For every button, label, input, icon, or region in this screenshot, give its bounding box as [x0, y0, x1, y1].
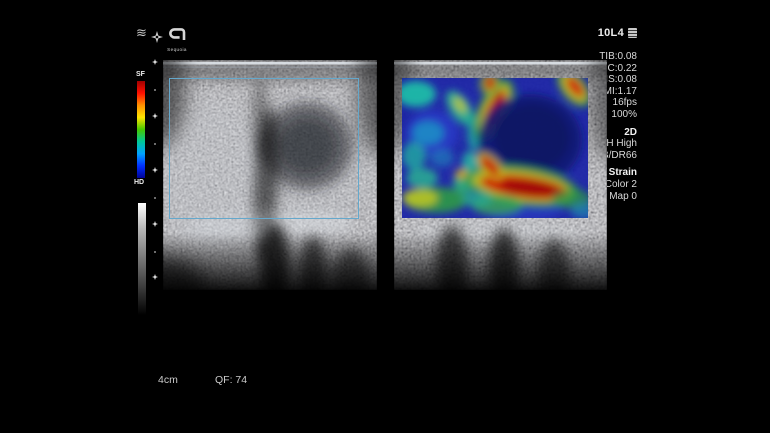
sequoia-logo-mark: [169, 28, 186, 41]
depth-marker: [154, 197, 156, 199]
depth-marker: [152, 113, 158, 119]
elasto-image-right: [394, 60, 607, 290]
crosshair-icon[interactable]: [151, 30, 163, 48]
strain-color-scale: [137, 81, 145, 178]
depth-marker: [152, 59, 158, 65]
depth-readout: 4cm: [158, 374, 178, 386]
depth-marker: [152, 274, 158, 280]
depth-marker: [154, 251, 156, 253]
probe-label: 10L4: [598, 27, 624, 39]
depth-marker: [154, 89, 156, 91]
quality-factor-readout: QF: 74: [215, 374, 247, 386]
brand-name: Sequoia: [166, 47, 188, 52]
depth-marker: [152, 221, 158, 227]
depth-marker: [154, 143, 156, 145]
roi-box[interactable]: [169, 78, 359, 219]
strain-color-overlay: [396, 62, 599, 222]
scale-hard-label: HD: [134, 179, 144, 186]
ultrasound-screen: ≋ Sequoia 10L4 TIB:0.08 TIC:0.22 TIS:0.0…: [0, 0, 770, 433]
transducer-icon: [628, 28, 637, 38]
sequoia-logo: Sequoia: [166, 28, 188, 52]
grayscale-bar: [138, 203, 146, 315]
probe-indicator[interactable]: 10L4: [598, 27, 637, 39]
depth-marker: [152, 167, 158, 173]
waveform-icon[interactable]: ≋: [136, 25, 147, 41]
scale-soft-label: SF: [136, 71, 145, 78]
